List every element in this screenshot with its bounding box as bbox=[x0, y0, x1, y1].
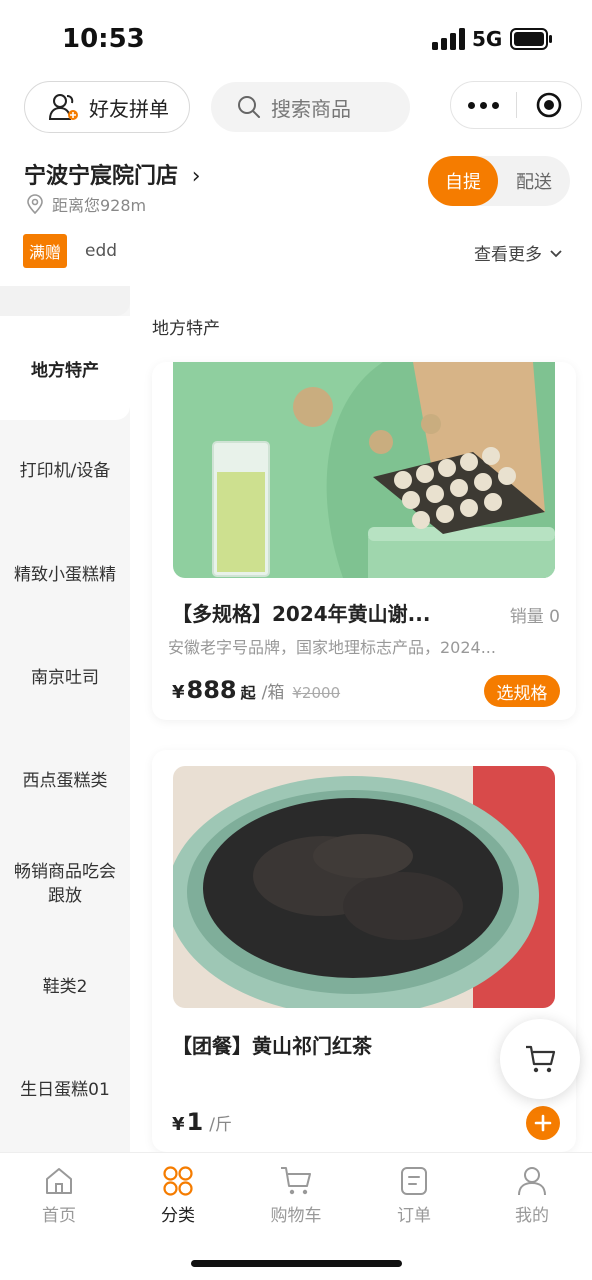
sidebar-item[interactable]: 西点蛋糕类 bbox=[0, 769, 130, 793]
product-title: 【团餐】黄山祁门红茶 bbox=[172, 1034, 372, 1058]
signal-icon bbox=[432, 28, 465, 50]
promo-text: edd bbox=[85, 241, 118, 261]
sidebar-item[interactable]: 生日蛋糕01 bbox=[0, 1078, 130, 1102]
target-icon bbox=[536, 92, 562, 118]
price-unit: /斤 bbox=[209, 1115, 232, 1135]
sidebar-item[interactable]: 南京吐司 bbox=[0, 666, 130, 690]
select-spec-button[interactable]: 选规格 bbox=[484, 675, 560, 707]
plus-icon bbox=[534, 1114, 552, 1132]
tab-profile[interactable]: 我的 bbox=[477, 1165, 587, 1226]
floating-cart-button[interactable] bbox=[500, 1019, 580, 1099]
distance-text: 距离您928m bbox=[52, 196, 147, 215]
friend-group-button[interactable]: 好友拼单 bbox=[24, 81, 190, 133]
home-icon bbox=[46, 1168, 72, 1194]
product-card[interactable]: 【多规格】2024年黄山谢... 销量 0 安徽老字号品牌，国家地理标志产品，2… bbox=[152, 362, 576, 720]
friend-group-label: 好友拼单 bbox=[89, 96, 169, 121]
tab-cart[interactable]: 购物车 bbox=[241, 1165, 351, 1226]
tab-label: 我的 bbox=[515, 1206, 549, 1226]
store-name-link[interactable]: 宁波宁宸院门店 › bbox=[24, 158, 201, 190]
tab-orders[interactable]: 订单 bbox=[359, 1165, 469, 1226]
status-bar: 10:53 5G bbox=[0, 0, 592, 78]
add-to-cart-button[interactable] bbox=[526, 1106, 560, 1140]
product-sales: 销量 0 bbox=[509, 607, 560, 627]
home-indicator[interactable] bbox=[191, 1260, 402, 1267]
sidebar-cap bbox=[0, 286, 130, 316]
product-image-tea-gift-box[interactable] bbox=[173, 362, 555, 578]
sidebar-item[interactable]: 精致小蛋糕精 bbox=[0, 563, 130, 587]
product-title: 【多规格】2024年黄山谢... bbox=[172, 602, 431, 626]
section-title: 地方特产 bbox=[152, 319, 220, 339]
tab-label: 订单 bbox=[397, 1206, 431, 1226]
see-more-label: 查看更多 bbox=[474, 245, 542, 265]
tab-category[interactable]: 分类 bbox=[123, 1165, 233, 1226]
product-description: 安徽老字号品牌，国家地理标志产品，2024... bbox=[168, 638, 496, 657]
sidebar-item[interactable]: 鞋类2 bbox=[0, 975, 130, 999]
more-options-icon[interactable] bbox=[451, 101, 516, 109]
product-price: ¥ 1 /斤 bbox=[172, 1108, 232, 1136]
search-placeholder: 搜索商品 bbox=[271, 96, 351, 121]
cart-icon bbox=[526, 1045, 556, 1073]
pickup-tab[interactable]: 自提 bbox=[428, 156, 498, 206]
location-icon bbox=[27, 194, 43, 214]
sidebar-item[interactable]: 打印机/设备 bbox=[0, 459, 130, 483]
status-time: 10:53 bbox=[62, 24, 145, 54]
order-icon bbox=[401, 1167, 427, 1195]
store-distance: 距离您928m bbox=[26, 192, 146, 216]
store-name: 宁波宁宸院门店 bbox=[24, 164, 179, 189]
price-unit: /箱 bbox=[261, 683, 285, 703]
chevron-down-icon bbox=[550, 249, 562, 257]
chevron-right-icon: › bbox=[191, 164, 201, 189]
close-miniprogram-button[interactable] bbox=[517, 91, 582, 119]
promo-bar: 满赠 edd bbox=[23, 234, 117, 268]
delivery-tab[interactable]: 配送 bbox=[498, 156, 570, 206]
original-price: ¥2000 bbox=[292, 684, 341, 702]
tab-label: 分类 bbox=[161, 1206, 195, 1226]
category-icon bbox=[163, 1166, 193, 1196]
product-image-black-tea[interactable] bbox=[173, 766, 555, 1008]
friends-icon bbox=[49, 94, 78, 120]
price-from: 起 bbox=[240, 684, 256, 702]
cart-icon bbox=[281, 1167, 311, 1195]
fulfillment-toggle: 自提 配送 bbox=[428, 156, 570, 206]
miniprogram-capsule bbox=[450, 81, 582, 129]
currency-symbol: ¥ bbox=[172, 682, 185, 703]
sidebar-item-active[interactable]: 地方特产 bbox=[0, 316, 130, 420]
tab-label: 首页 bbox=[42, 1206, 76, 1226]
product-card[interactable]: 【团餐】黄山祁门红茶 ¥ 1 /斤 bbox=[152, 750, 576, 1152]
search-icon bbox=[238, 96, 260, 118]
currency-symbol: ¥ bbox=[172, 1114, 185, 1135]
see-more-link[interactable]: 查看更多 bbox=[474, 240, 564, 265]
product-price: ¥ 888 起 /箱 ¥2000 bbox=[172, 676, 340, 704]
network-label: 5G bbox=[472, 27, 503, 51]
price-value: 1 bbox=[186, 1108, 204, 1136]
tab-home[interactable]: 首页 bbox=[4, 1165, 114, 1226]
battery-icon bbox=[510, 28, 552, 50]
sidebar-item[interactable]: 畅销商品吃会跟放 bbox=[0, 860, 130, 908]
price-value: 888 bbox=[186, 676, 237, 704]
tab-label: 购物车 bbox=[270, 1206, 322, 1226]
promo-badge: 满赠 bbox=[23, 234, 68, 268]
profile-icon bbox=[518, 1167, 546, 1196]
search-input[interactable]: 搜索商品 bbox=[211, 82, 410, 132]
